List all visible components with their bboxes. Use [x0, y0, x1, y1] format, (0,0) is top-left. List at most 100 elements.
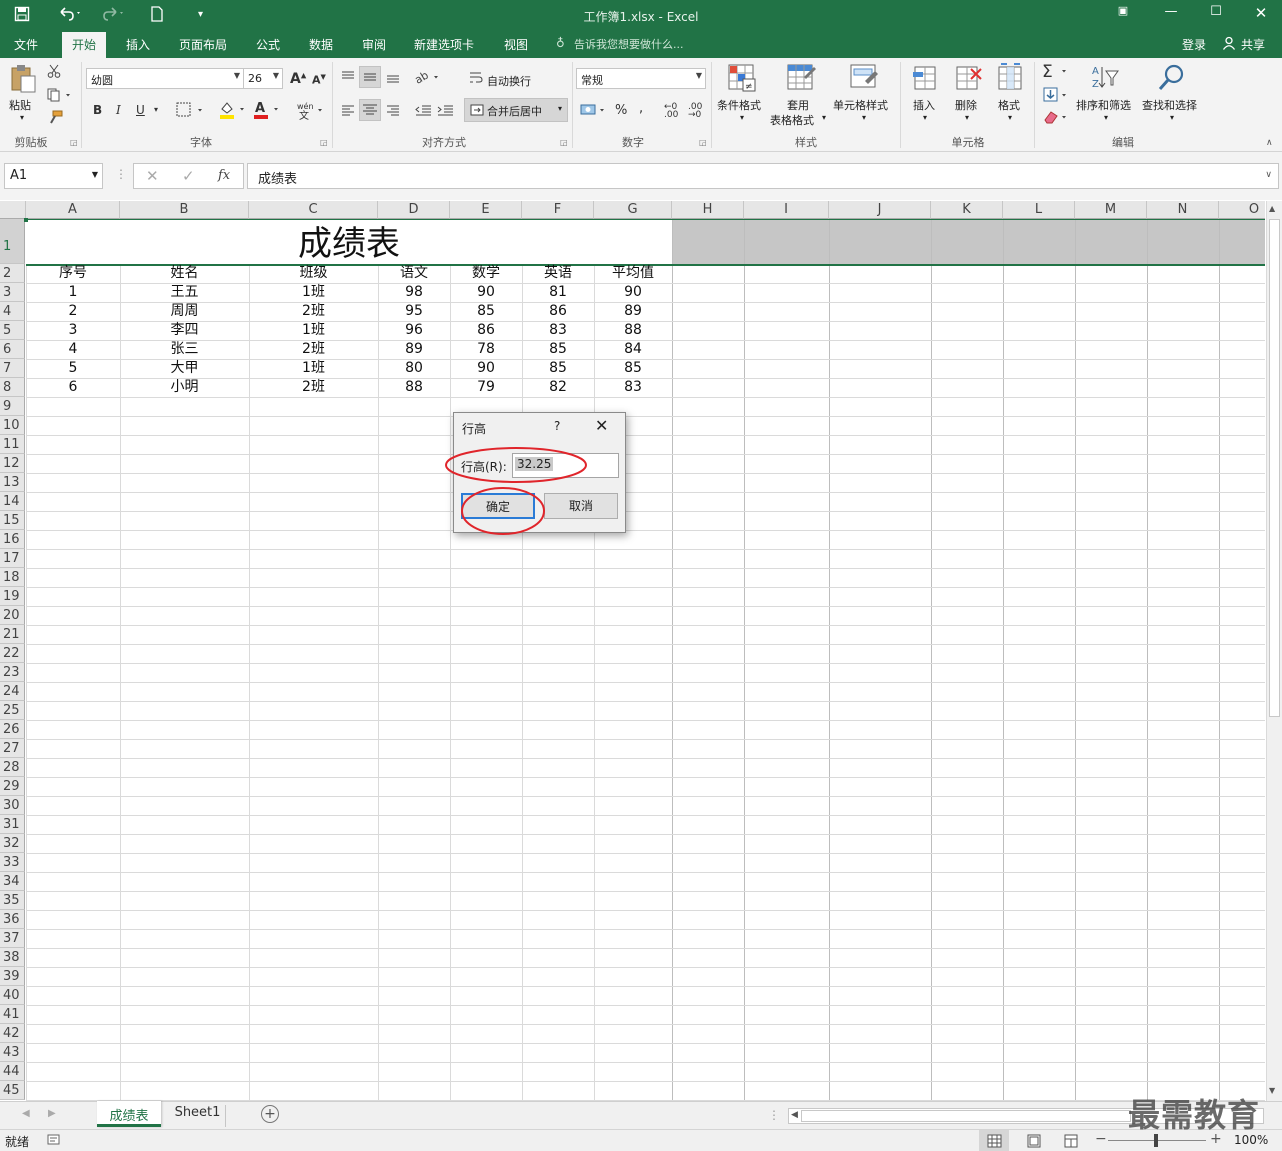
- row-header[interactable]: 41: [0, 1005, 25, 1024]
- chevron-down-icon[interactable]: ▾: [965, 113, 969, 122]
- data-cell[interactable]: 81: [522, 283, 594, 302]
- data-cell[interactable]: 4: [26, 340, 120, 359]
- chevron-down-icon[interactable]: ▾: [1170, 113, 1174, 122]
- scroll-left-icon[interactable]: ◀: [791, 1110, 798, 1120]
- column-header-o[interactable]: O: [1219, 201, 1265, 219]
- data-cell[interactable]: 96: [378, 321, 450, 340]
- row-header[interactable]: 35: [0, 891, 25, 910]
- row-height-input[interactable]: 32.25: [512, 453, 619, 478]
- column-header-j[interactable]: J: [829, 201, 931, 219]
- tab-view[interactable]: 视图: [504, 36, 528, 53]
- sort-filter-icon[interactable]: AZ: [1090, 63, 1120, 96]
- data-cell[interactable]: 6: [26, 378, 120, 397]
- paste-dropdown-icon[interactable]: ▾: [20, 113, 24, 122]
- page-break-view-icon[interactable]: [1064, 1134, 1078, 1151]
- increase-indent-icon[interactable]: [436, 104, 454, 121]
- font-size-combo[interactable]: 26 ▼: [243, 68, 283, 89]
- conditional-format-label[interactable]: 条件格式: [717, 97, 761, 113]
- decrease-decimal-icon[interactable]: .00 →0: [688, 103, 702, 120]
- row-header[interactable]: 24: [0, 682, 25, 701]
- data-cell[interactable]: 88: [378, 378, 450, 397]
- data-cell[interactable]: 2班: [249, 378, 378, 397]
- align-bottom-icon[interactable]: [385, 70, 401, 87]
- tab-formulas[interactable]: 公式: [256, 36, 280, 53]
- data-cell[interactable]: 80: [378, 359, 450, 378]
- data-cell[interactable]: 1: [26, 283, 120, 302]
- collapse-ribbon-icon[interactable]: ∧: [1266, 138, 1273, 148]
- scroll-thumb[interactable]: [1269, 219, 1280, 717]
- wrap-text-label[interactable]: 自动换行: [487, 73, 531, 89]
- number-format-combo[interactable]: 常规 ▼: [576, 68, 706, 89]
- horizontal-scroll-thumb[interactable]: [801, 1110, 1131, 1122]
- row-header[interactable]: 33: [0, 853, 25, 872]
- column-header-m[interactable]: M: [1075, 201, 1147, 219]
- delete-label[interactable]: 删除: [955, 97, 977, 113]
- row-header[interactable]: 38: [0, 948, 25, 967]
- maximize-button[interactable]: ☐: [1203, 4, 1229, 19]
- row-header[interactable]: 39: [0, 967, 25, 986]
- align-top-icon[interactable]: [340, 70, 356, 87]
- row-header[interactable]: 6: [0, 340, 25, 359]
- row-header[interactable]: 43: [0, 1043, 25, 1062]
- save-icon[interactable]: [14, 6, 30, 26]
- column-header-f[interactable]: F: [522, 201, 594, 219]
- merge-center-button[interactable]: 合并后居中 ▾: [464, 98, 568, 122]
- header-cell[interactable]: 英语: [522, 264, 594, 283]
- data-cell[interactable]: 3: [26, 321, 120, 340]
- column-header-l[interactable]: L: [1003, 201, 1075, 219]
- comma-style-icon[interactable]: ,: [639, 101, 643, 116]
- data-cell[interactable]: 89: [594, 302, 672, 321]
- row-header[interactable]: 22: [0, 644, 25, 663]
- row-header[interactable]: 34: [0, 872, 25, 891]
- chevron-down-icon[interactable]: ▼: [92, 170, 98, 179]
- header-cell[interactable]: 平均值: [594, 264, 672, 283]
- splitter-icon[interactable]: ⋮: [768, 1108, 780, 1122]
- dialog-launcher-icon[interactable]: ◲: [70, 138, 78, 147]
- dialog-launcher-icon[interactable]: ◲: [320, 138, 328, 147]
- column-header-h[interactable]: H: [672, 201, 744, 219]
- row-header[interactable]: 13: [0, 473, 25, 492]
- header-cell[interactable]: 数学: [450, 264, 522, 283]
- row-header[interactable]: 19: [0, 587, 25, 606]
- scroll-down-icon[interactable]: ▼: [1269, 1086, 1275, 1095]
- data-cell[interactable]: 88: [594, 321, 672, 340]
- format-as-table-icon[interactable]: [786, 63, 816, 96]
- dialog-launcher-icon[interactable]: ◲: [560, 138, 568, 147]
- header-cell[interactable]: 语文: [378, 264, 450, 283]
- chevron-down-icon[interactable]: ▾: [154, 105, 158, 114]
- data-cell[interactable]: 2班: [249, 302, 378, 321]
- page-layout-view-icon[interactable]: [1027, 1134, 1041, 1151]
- undo-icon[interactable]: [58, 6, 82, 26]
- name-box[interactable]: A1 ▼: [4, 163, 103, 189]
- column-header-e[interactable]: E: [450, 201, 522, 219]
- row-header[interactable]: 40: [0, 986, 25, 1005]
- tab-data[interactable]: 数据: [309, 36, 333, 53]
- data-cell[interactable]: 79: [450, 378, 522, 397]
- tab-insert[interactable]: 插入: [126, 36, 150, 53]
- ribbon-display-icon[interactable]: ▣: [1110, 4, 1136, 17]
- cell-styles-icon[interactable]: [849, 63, 879, 96]
- data-cell[interactable]: 98: [378, 283, 450, 302]
- next-sheet-icon[interactable]: ▶: [48, 1108, 56, 1119]
- chevron-down-icon[interactable]: ▾: [1008, 113, 1012, 122]
- data-cell[interactable]: 95: [378, 302, 450, 321]
- magnifier-icon[interactable]: [1156, 63, 1186, 96]
- copy-icon[interactable]: [47, 88, 73, 105]
- data-cell[interactable]: 1班: [249, 359, 378, 378]
- new-document-icon[interactable]: [150, 6, 164, 26]
- row-header[interactable]: 9: [0, 397, 25, 416]
- orientation-icon[interactable]: ab: [412, 68, 442, 89]
- italic-icon[interactable]: I: [116, 103, 121, 117]
- delete-cells-icon[interactable]: [953, 63, 983, 96]
- insert-function-icon[interactable]: fx: [218, 168, 230, 183]
- sign-in-link[interactable]: 登录: [1182, 36, 1206, 53]
- vertical-scrollbar[interactable]: ▲ ▼: [1266, 201, 1282, 1101]
- cancel-button[interactable]: 取消: [544, 493, 618, 519]
- tab-page-layout[interactable]: 页面布局: [179, 36, 227, 53]
- worksheet-grid[interactable]: ABCDEFGHIJKLMNO 1 2 3 4 5 6 7 8 9 10 11 12 13 14 15 16 1…: [0, 201, 1265, 1101]
- data-cell[interactable]: 85: [522, 359, 594, 378]
- data-cell[interactable]: 86: [522, 302, 594, 321]
- chevron-down-icon[interactable]: ▾: [923, 113, 927, 122]
- formula-input[interactable]: 成绩表 ∨: [247, 163, 1279, 189]
- percent-icon[interactable]: %: [615, 103, 627, 118]
